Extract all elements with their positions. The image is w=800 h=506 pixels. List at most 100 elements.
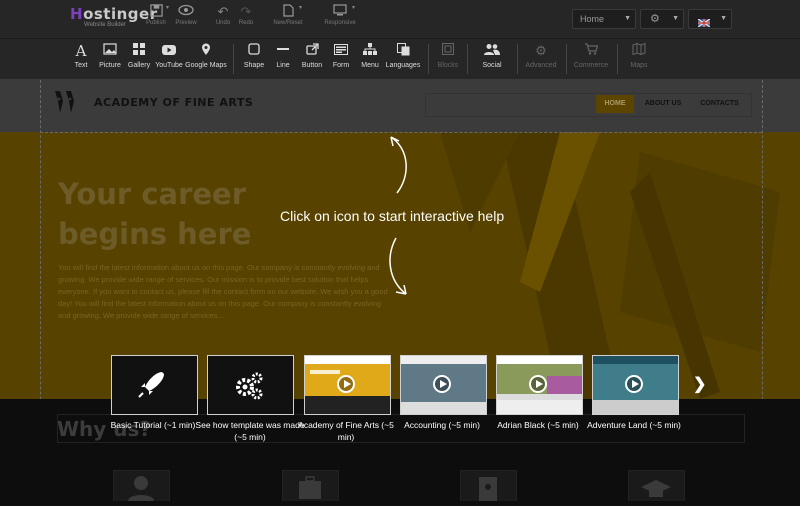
tool-blocks[interactable]: Blocks xyxy=(434,43,462,69)
tutorial-card-template[interactable] xyxy=(207,355,294,415)
new-reset-label: New/Reset xyxy=(273,20,303,26)
tool-label: Form xyxy=(332,62,350,69)
help-message: Click on icon to start interactive help xyxy=(280,208,505,224)
tool-maps[interactable]: Maps xyxy=(625,42,653,69)
toolbar-separator xyxy=(233,44,234,74)
tool-google-maps[interactable]: Google Maps xyxy=(185,43,227,69)
tool-label: YouTube xyxy=(155,62,183,69)
tool-social[interactable]: Social xyxy=(476,43,508,69)
advanced-icon: ⚙ xyxy=(535,43,547,58)
tool-label: Social xyxy=(482,62,502,69)
tool-label: Google Maps xyxy=(185,62,227,69)
top-bar: Hostinger Website Builder Publish ▾ Prev… xyxy=(0,0,800,39)
tutorial-label[interactable]: Adventure Land (~5 min) xyxy=(579,419,689,431)
tutorial-label[interactable]: Basic Tutorial (~1 min) xyxy=(98,419,208,431)
toolbar-separator xyxy=(517,44,518,74)
eye-icon xyxy=(168,4,204,20)
uk-flag-icon xyxy=(697,15,711,33)
tool-line[interactable]: Line xyxy=(270,43,296,69)
language-select[interactable]: ▼ xyxy=(688,9,732,29)
line-icon xyxy=(270,43,296,59)
hero-body[interactable]: You will find the latest information abo… xyxy=(58,262,388,322)
tutorial-label[interactable]: See how template was made (~5 min) xyxy=(195,419,305,443)
chevron-down-icon: ▼ xyxy=(672,15,679,22)
tool-button[interactable]: Button xyxy=(298,43,326,69)
cart-icon xyxy=(572,43,610,59)
tutorial-card-accounting[interactable] xyxy=(400,355,487,415)
toolbar-separator xyxy=(617,44,618,74)
nav-home[interactable]: HOME xyxy=(596,95,634,113)
curved-arrow-down-icon xyxy=(389,237,407,295)
site-title[interactable]: ACADEMY OF FINE ARTS xyxy=(94,96,253,109)
tool-gallery[interactable]: Gallery xyxy=(126,43,152,69)
picture-icon xyxy=(95,43,125,59)
gear-icon: ⚙ xyxy=(650,13,660,25)
nav-contacts[interactable]: CONTACTS xyxy=(692,95,747,113)
tool-text[interactable]: A Text xyxy=(68,43,94,69)
tutorial-label[interactable]: Academy of Fine Arts (~5 min) xyxy=(291,419,401,443)
play-icon xyxy=(625,375,643,393)
tool-shape[interactable]: Shape xyxy=(241,43,267,69)
languages-icon xyxy=(384,43,422,59)
tool-menu[interactable]: Menu xyxy=(357,43,383,69)
shape-icon xyxy=(241,43,267,59)
tool-label: Menu xyxy=(361,62,379,69)
redo-label: Redo xyxy=(238,20,254,26)
chevron-down-icon: ▼ xyxy=(720,15,727,22)
chevron-right-icon[interactable]: ❯ xyxy=(693,374,706,394)
element-toolbar: A Text Picture Gallery YouTube Google Ma… xyxy=(0,39,800,79)
settings-select[interactable]: ⚙ ▼ xyxy=(640,9,684,29)
play-icon xyxy=(433,375,451,393)
tool-label: Text xyxy=(74,62,88,69)
tool-languages[interactable]: Languages xyxy=(384,43,422,69)
tutorial-card-adrian-black[interactable] xyxy=(496,355,583,415)
tool-label: Button xyxy=(301,62,323,69)
page-select-value: Home xyxy=(580,14,605,24)
briefcase-icon xyxy=(282,470,339,501)
pen-nib-logo-icon xyxy=(52,89,80,117)
tool-label: Maps xyxy=(630,62,648,69)
responsive-caret-icon[interactable]: ▾ xyxy=(352,4,355,11)
redo-button[interactable]: ↷ Redo xyxy=(228,4,264,26)
tool-label: Line xyxy=(276,62,290,69)
person-icon xyxy=(113,470,170,501)
play-icon xyxy=(529,375,547,393)
toolbar-separator xyxy=(467,44,468,74)
chevron-down-icon: ▼ xyxy=(624,15,631,22)
button-icon xyxy=(298,43,326,59)
nav-about-us[interactable]: ABOUT US xyxy=(638,95,688,113)
toolbar-separator xyxy=(428,44,429,74)
hostinger-logo: Hostinger Website Builder xyxy=(70,5,157,28)
tool-label: Languages xyxy=(385,62,421,69)
new-reset-caret-icon[interactable]: ▾ xyxy=(299,4,302,11)
tool-youtube[interactable]: YouTube xyxy=(154,43,184,69)
rocket-icon xyxy=(138,372,164,398)
tool-form[interactable]: Form xyxy=(328,43,354,69)
tutorial-label[interactable]: Accounting (~5 min) xyxy=(387,419,497,431)
youtube-icon xyxy=(154,43,184,59)
curved-arrow-up-icon xyxy=(390,136,407,194)
maps-icon xyxy=(625,42,653,59)
tool-label: Shape xyxy=(243,62,265,69)
gallery-icon xyxy=(126,43,152,59)
page-select[interactable]: Home ▼ xyxy=(572,9,636,29)
tutorial-card-basic[interactable] xyxy=(111,355,198,415)
tutorial-card-academy[interactable] xyxy=(304,355,391,415)
logo-initial: H xyxy=(70,5,84,23)
preview-button[interactable]: Preview xyxy=(168,4,204,26)
redo-icon: ↷ xyxy=(240,4,252,19)
tool-picture[interactable]: Picture xyxy=(95,43,125,69)
play-icon xyxy=(337,375,355,393)
tool-label: Advanced xyxy=(525,62,557,69)
tool-label: Picture xyxy=(99,62,121,69)
tool-advanced[interactable]: ⚙ Advanced xyxy=(524,43,558,69)
certificate-icon xyxy=(460,470,517,501)
tutorial-label[interactable]: Adrian Black (~5 min) xyxy=(483,419,593,431)
tool-label: Gallery xyxy=(127,62,151,69)
tool-label: Blocks xyxy=(437,62,459,69)
text-icon: A xyxy=(75,42,87,60)
toolbar-separator xyxy=(566,44,567,74)
tutorial-card-adventure-land[interactable] xyxy=(592,355,679,415)
tool-commerce[interactable]: Commerce xyxy=(572,43,610,69)
graduation-cap-icon xyxy=(628,470,685,501)
